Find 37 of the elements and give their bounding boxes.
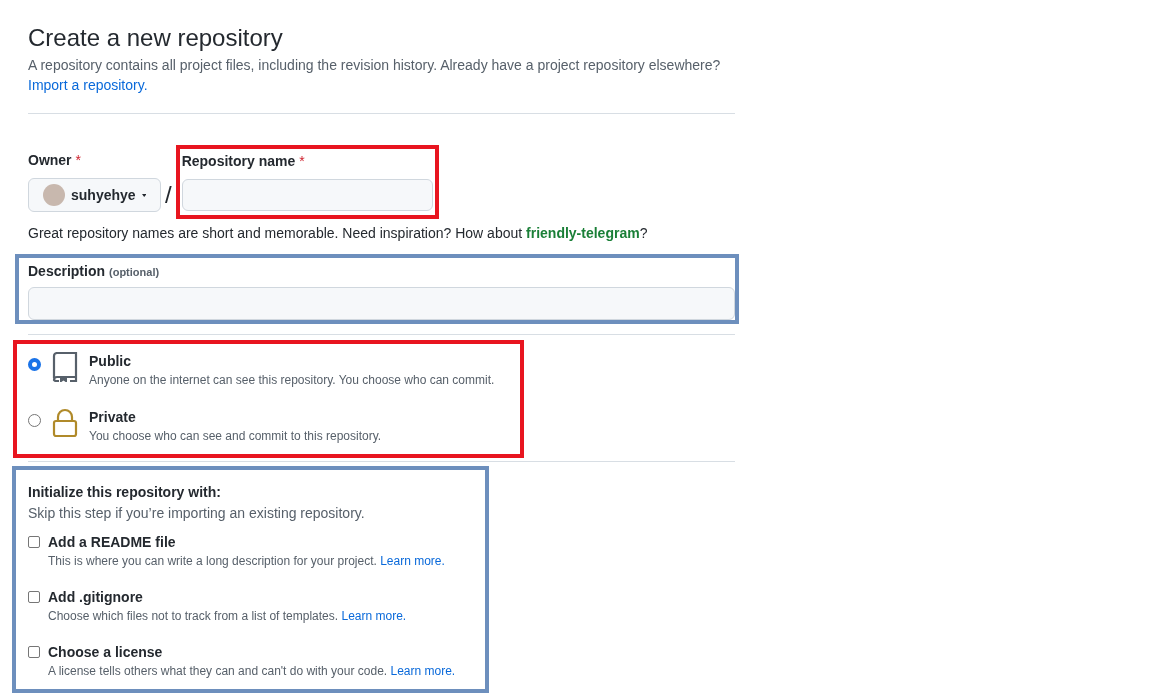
book-icon (52, 352, 78, 382)
path-separator: / (165, 181, 172, 209)
radio-button[interactable] (28, 358, 41, 371)
learn-more-link[interactable]: Learn more. (341, 609, 407, 623)
option-title: Add .gitignore (48, 588, 144, 606)
caret-icon (141, 192, 146, 198)
section-title: Initialize this repository with: (28, 483, 222, 502)
checkbox[interactable] (28, 591, 40, 603)
option-title: Add a README file (48, 533, 177, 551)
required-mark: * (299, 152, 305, 171)
owner-dropdown[interactable]: suhyehye (28, 178, 161, 212)
option-title: Public (89, 352, 132, 370)
learn-more-link[interactable]: Learn more. (380, 554, 445, 568)
field-label: Repository name (181, 152, 296, 171)
checkbox[interactable] (28, 646, 40, 658)
field-label: Description (28, 262, 105, 281)
learn-more-link[interactable]: Learn more. (390, 664, 456, 678)
section-subtitle: Skip this step if you’re importing an existing repository. (28, 504, 366, 523)
intro-text: A repository contains all project files, including the revision history. Already have a project repository elsewhere? (28, 56, 722, 75)
required-mark: * (75, 151, 82, 170)
suggestion-link[interactable]: friendly-telegram (526, 225, 640, 241)
option-title: Private (89, 408, 137, 426)
option-title: Choose a license (48, 643, 164, 661)
option-description: You choose who can see and commit to this repository. (89, 428, 382, 444)
field-label: Owner (28, 151, 72, 170)
checkbox[interactable] (28, 536, 40, 548)
import-link[interactable]: Import a repository. (28, 75, 148, 95)
option-description: Choose which files not to track from a list of templates. Learn more. (48, 608, 407, 624)
repository-name-input[interactable] (181, 179, 433, 211)
option-description: Anyone on the internet can see this repository. You choose who can commit. (89, 372, 495, 388)
lock-icon (52, 408, 78, 438)
option-description: A license tells others what they can and can't do with your code. Learn more. (48, 663, 456, 679)
page-title: Create a new repository (28, 24, 284, 52)
option-description: This is where you can write a long description for your project. Learn more. (48, 553, 445, 569)
optional-note: (optional) (109, 265, 160, 280)
description-input[interactable] (28, 287, 735, 320)
name-hint-text: Great repository names are short and memorable. Need inspiration? How about friendly-telegram? (28, 224, 649, 243)
